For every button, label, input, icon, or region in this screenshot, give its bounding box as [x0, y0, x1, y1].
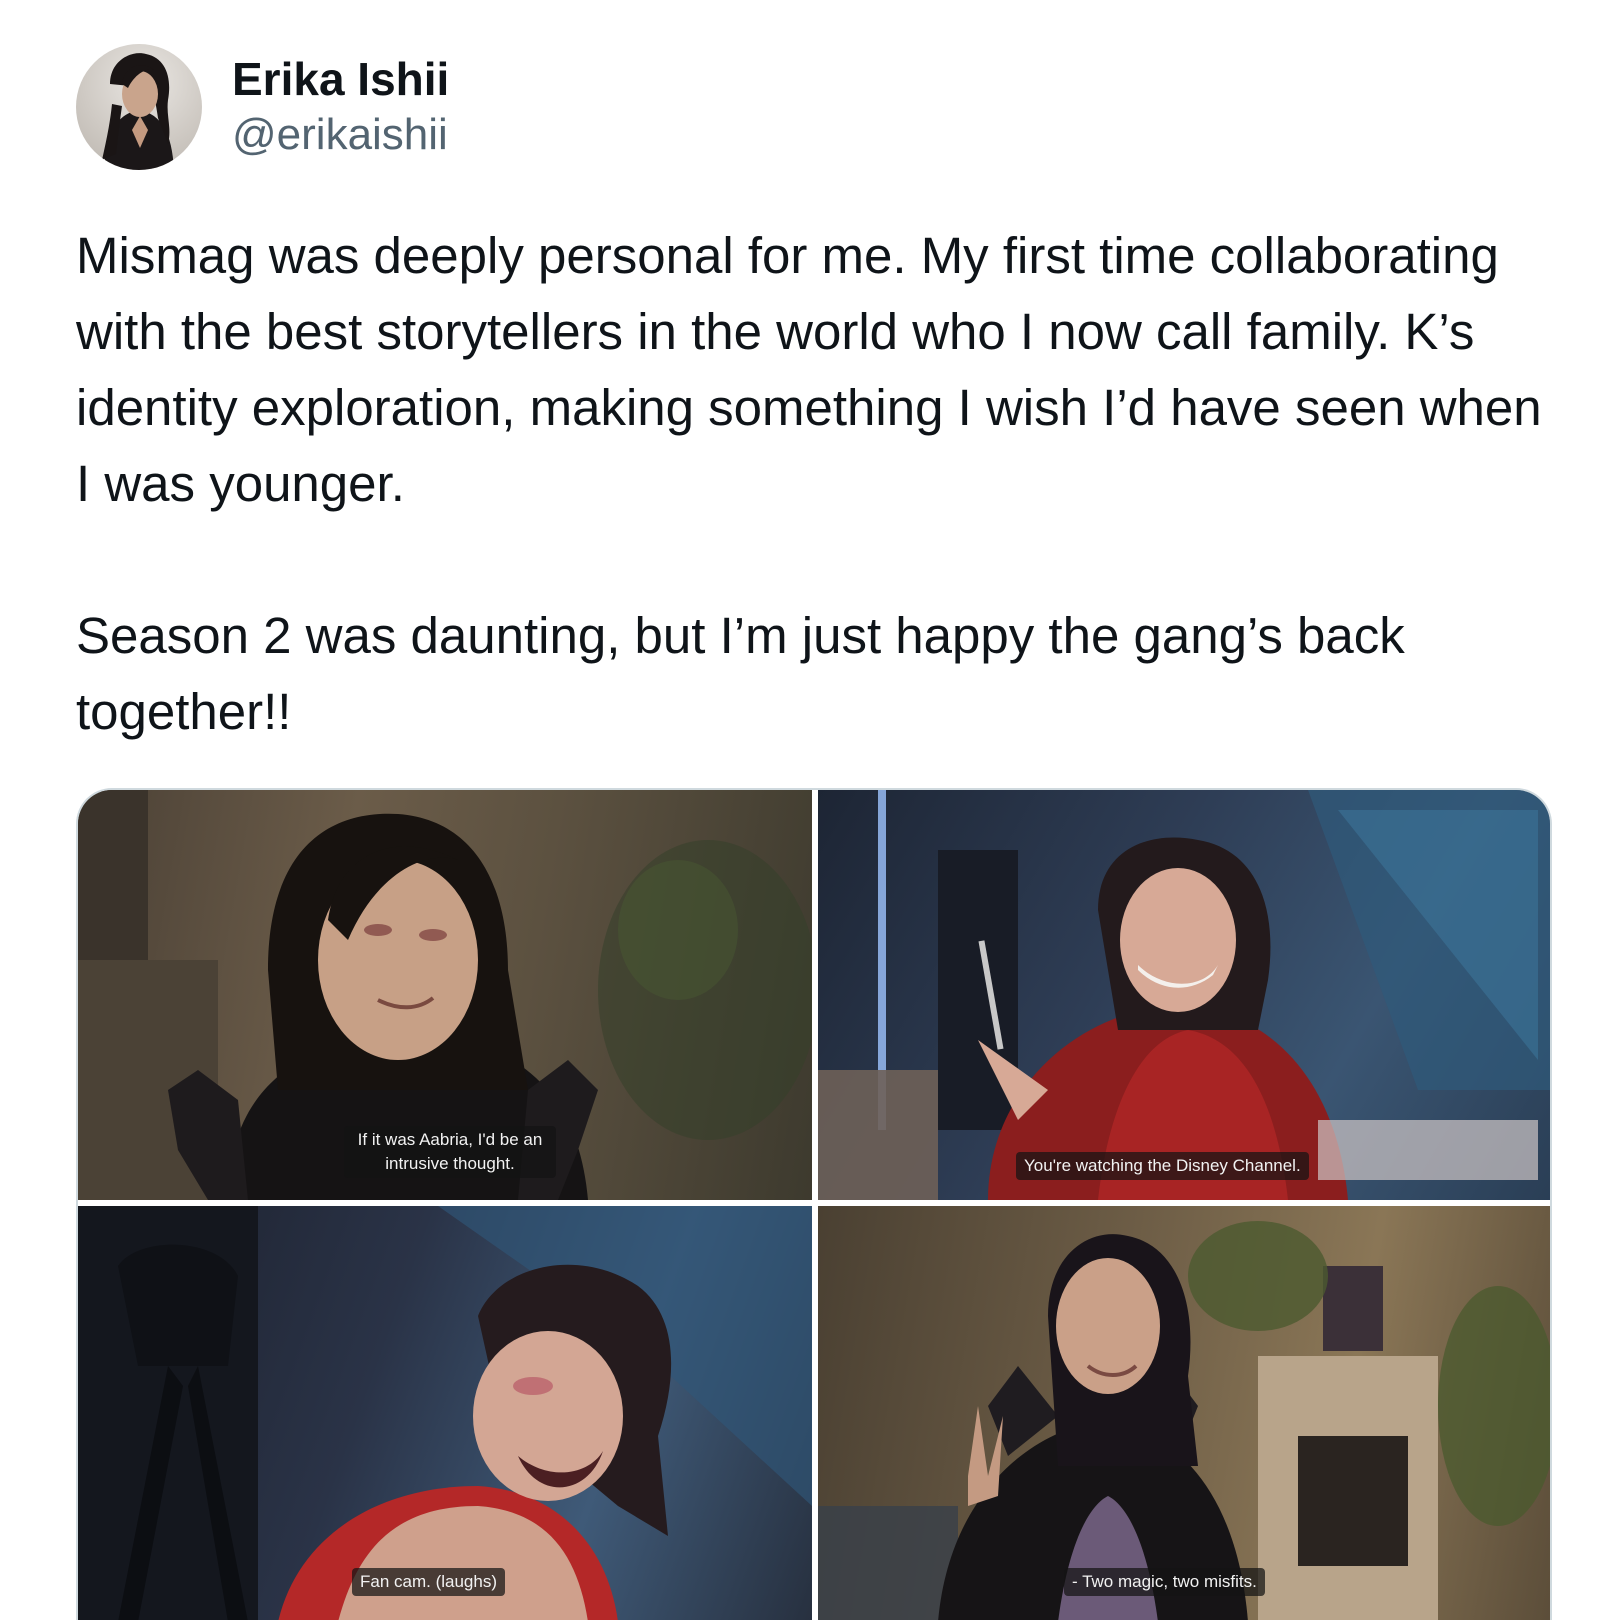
tweet-paragraph: Season 2 was daunting, but I’m just happ… — [76, 607, 1405, 740]
media-image[interactable]: - Two magic, two misfits. — [818, 1206, 1550, 1620]
tweet: Erika Ishii @erikaishii Mismag was deepl… — [0, 0, 1620, 1620]
tweet-header: Erika Ishii @erikaishii — [76, 44, 449, 170]
media-grid: If it was Aabria, I'd be an intrusive th… — [76, 788, 1552, 1620]
image-caption: - Two magic, two misfits. — [1064, 1568, 1265, 1596]
tweet-text: Mismag was deeply personal for me. My fi… — [76, 218, 1546, 750]
media-image[interactable]: If it was Aabria, I'd be an intrusive th… — [78, 790, 812, 1200]
display-name[interactable]: Erika Ishii — [232, 51, 449, 107]
avatar[interactable] — [76, 44, 202, 170]
tweet-paragraph: Mismag was deeply personal for me. My fi… — [76, 227, 1542, 512]
handle[interactable]: @erikaishii — [232, 107, 449, 163]
media-image[interactable]: You're watching the Disney Channel. — [818, 790, 1550, 1200]
image-caption: Fan cam. (laughs) — [352, 1568, 505, 1596]
image-caption: If it was Aabria, I'd be an intrusive th… — [344, 1126, 556, 1178]
author-names: Erika Ishii @erikaishii — [232, 51, 449, 163]
media-image[interactable]: Fan cam. (laughs) — [78, 1206, 812, 1620]
image-caption: You're watching the Disney Channel. — [1016, 1152, 1309, 1180]
